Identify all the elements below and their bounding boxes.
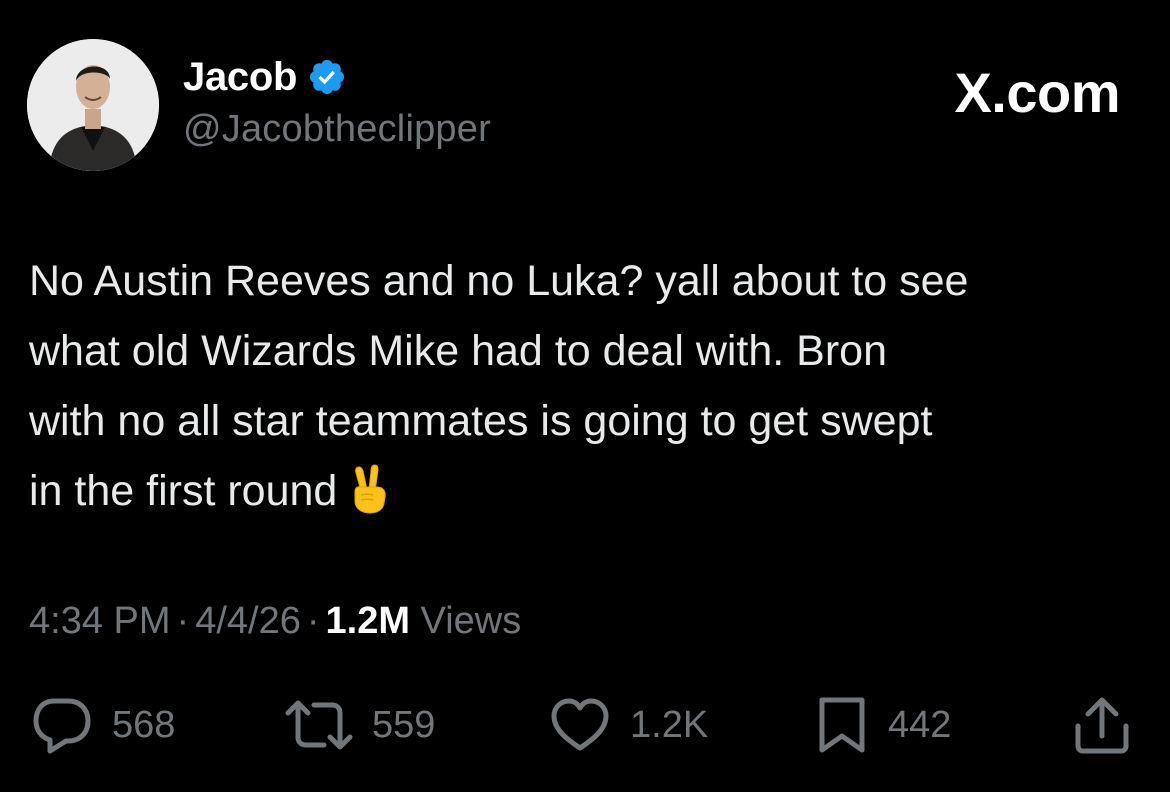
- heart-icon: [551, 698, 609, 751]
- tweet-meta: 4:34 PM · 4/4/26 · 1.2M Views: [29, 600, 521, 643]
- avatar-image: [27, 39, 159, 171]
- display-name[interactable]: Jacob: [183, 55, 297, 100]
- repost-button[interactable]: 559: [284, 690, 435, 760]
- reply-count: 568: [112, 703, 176, 746]
- bookmark-count: 442: [888, 703, 952, 746]
- user-handle[interactable]: @Jacobtheclipper: [183, 108, 491, 151]
- tweet-date[interactable]: 4/4/26: [195, 600, 301, 642]
- victory-hand-emoji-icon: [354, 464, 387, 514]
- tweet-text: No Austin Reeves and no Luka? yall about…: [29, 246, 1149, 526]
- brand-watermark: X.com: [954, 61, 1120, 124]
- views-label: Views: [420, 600, 522, 642]
- share-button[interactable]: [1070, 690, 1134, 760]
- like-count: 1.2K: [630, 703, 709, 746]
- reply-icon: [33, 698, 91, 754]
- like-button[interactable]: 1.2K: [548, 690, 708, 760]
- tweet-card: Jacob @Jacobtheclipper X.com No Austin R…: [0, 0, 1170, 792]
- meta-separator: ·: [176, 600, 190, 642]
- reply-button[interactable]: 568: [30, 690, 175, 760]
- avatar[interactable]: [27, 39, 159, 171]
- tweet-time[interactable]: 4:34 PM: [29, 600, 171, 642]
- verified-badge-icon: [310, 59, 345, 95]
- tweet-body: No Austin Reeves and no Luka? yall about…: [29, 257, 969, 515]
- action-bar: 568 559 1.2K 442: [0, 690, 1170, 760]
- views-count: 1.2M: [325, 600, 410, 642]
- repost-icon: [285, 700, 353, 750]
- repost-count: 559: [372, 703, 436, 746]
- author-row[interactable]: Jacob: [183, 54, 347, 100]
- share-icon: [1075, 697, 1129, 754]
- bookmark-button[interactable]: 442: [814, 690, 951, 760]
- meta-separator: ·: [306, 600, 320, 642]
- bookmark-icon: [819, 697, 865, 753]
